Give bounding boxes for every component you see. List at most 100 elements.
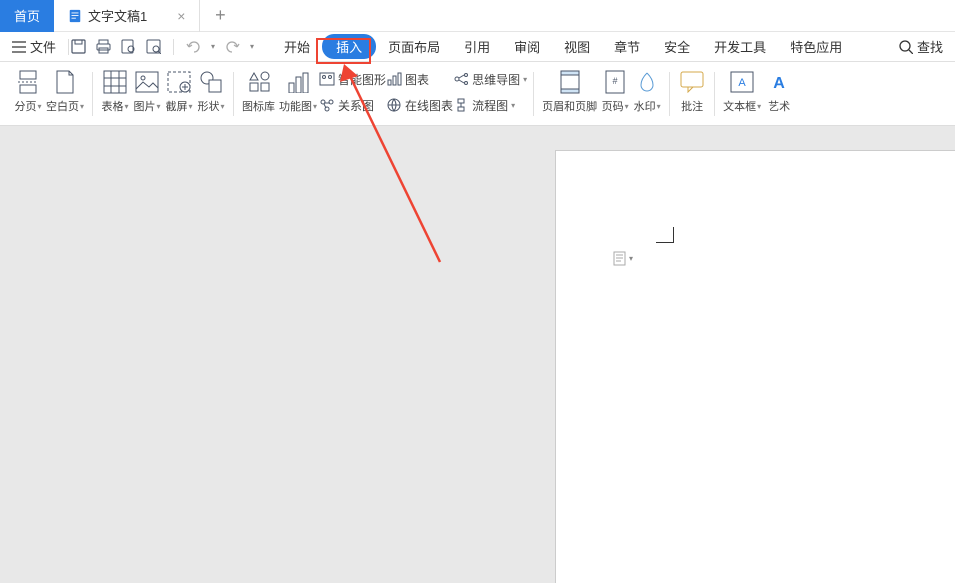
flow-chart-icon [453,98,469,112]
table-icon [103,70,127,94]
picture-label: 图片 [134,98,156,114]
text-box-button[interactable]: A 文本框▾ [721,68,763,114]
ribbon-column-2: 图表 在线图表 [386,68,453,116]
watermark-label: 水印 [634,98,656,114]
smart-graphic-icon [319,72,335,86]
undo-icon[interactable] [186,40,201,54]
ribbon-column-1: 智能图形 关系图 [319,68,386,116]
page-break-icon [17,70,39,94]
tab-reference[interactable]: 引用 [452,33,502,60]
svg-text:A: A [738,77,746,89]
art-text-button[interactable]: A 艺术 [763,68,795,114]
tab-layout[interactable]: 页面布局 [376,33,452,60]
comment-button[interactable]: 批注 [676,68,708,114]
comment-icon [680,71,704,93]
tab-document[interactable]: 文字文稿1 × [54,0,200,32]
mind-map-icon [453,72,469,86]
smart-graphic-label: 智能图形 [338,71,386,88]
document-type-marker[interactable]: ▾ [612,251,633,266]
tab-start[interactable]: 开始 [272,33,322,60]
online-chart-button[interactable]: 在线图表 [386,94,453,116]
svg-text:A: A [773,75,785,92]
search-icon [899,40,913,54]
mind-map-button[interactable]: 思维导图▾ [453,68,527,90]
header-footer-label: 页眉和页脚 [542,98,597,114]
function-chart-button[interactable]: 功能图▾ [277,68,319,114]
hamburger-icon [12,41,26,53]
blank-page-icon [55,70,75,94]
tab-developer[interactable]: 开发工具 [702,33,778,60]
page-number-button[interactable]: # 页码▾ [599,68,631,114]
svg-text:#: # [613,76,618,86]
print-preview-icon[interactable] [121,39,136,54]
comment-label: 批注 [681,98,703,114]
tab-view[interactable]: 视图 [552,33,602,60]
tab-home[interactable]: 首页 [0,0,54,32]
relation-button[interactable]: 关系图 [319,94,386,116]
icon-lib-button[interactable]: 图标库 [240,68,277,114]
shapes-label: 形状 [198,98,220,114]
tab-review[interactable]: 审阅 [502,33,552,60]
close-icon[interactable]: × [177,8,185,24]
menu-tabs: 开始 插入 页面布局 引用 审阅 视图 章节 安全 开发工具 特色应用 [272,33,854,60]
text-box-icon: A [730,71,754,93]
save-icon[interactable] [71,39,86,54]
tab-security[interactable]: 安全 [652,33,702,60]
menu-bar: 文件 ▾ ▾ 开始 插入 页面布局 引用 审阅 视图 章节 安全 开发工具 特色… [0,32,955,62]
search-button[interactable]: 查找 [899,37,943,56]
header-footer-icon [560,70,580,94]
file-menu-button[interactable]: 文件 [12,37,56,56]
shapes-icon [199,70,223,94]
chart-label: 图表 [405,71,429,88]
online-chart-label: 在线图表 [405,97,453,114]
undo-dropdown-icon[interactable]: ▾ [211,42,215,51]
ribbon-column-3: 思维导图▾ 流程图▾ [453,68,527,116]
screenshot-icon [167,71,191,93]
document-canvas[interactable]: ▾ [555,150,955,583]
watermark-button[interactable]: 水印▾ [631,68,663,114]
text-cursor-marker [656,227,674,243]
dropdown-icon[interactable]: ▾ [250,42,254,51]
tab-insert[interactable]: 插入 [322,34,376,59]
picture-icon [135,71,159,93]
table-label: 表格 [102,98,124,114]
header-footer-button[interactable]: 页眉和页脚 [540,68,599,114]
separator [233,72,234,116]
blank-page-label: 空白页 [46,98,79,114]
page-break-label: 分页 [14,98,36,114]
tab-doc-label: 文字文稿1 [88,6,147,25]
preview-icon[interactable] [146,39,161,54]
print-icon[interactable] [96,39,111,54]
tab-home-label: 首页 [14,6,40,25]
separator [533,72,534,116]
page-break-button[interactable]: 分页▾ [12,68,44,114]
tab-featured[interactable]: 特色应用 [778,33,854,60]
page-number-icon: # [605,70,625,94]
shapes-button[interactable]: 形状▾ [195,68,227,114]
art-text-icon: A [768,71,790,93]
chart-icon [386,72,402,86]
flow-chart-label: 流程图 [472,97,508,114]
art-text-label: 艺术 [768,98,790,114]
table-button[interactable]: 表格▾ [99,68,131,114]
smart-graphic-button[interactable]: 智能图形 [319,68,386,90]
quick-access-toolbar: ▾ ▾ [71,39,254,55]
blank-page-button[interactable]: 空白页▾ [44,68,86,114]
new-tab-button[interactable]: + [200,5,240,26]
watermark-text: 系统之家 [875,547,947,573]
function-chart-label: 功能图 [279,98,312,114]
redo-icon[interactable] [225,40,240,54]
site-watermark: 系统之家 [835,545,947,575]
flow-chart-button[interactable]: 流程图▾ [453,94,527,116]
icon-lib-label: 图标库 [242,98,275,114]
relation-icon [319,98,335,112]
watermark-icon [636,71,658,93]
screenshot-button[interactable]: 截屏▾ [163,68,195,114]
tab-chapter[interactable]: 章节 [602,33,652,60]
watermark-logo-icon [835,545,869,575]
chart-button[interactable]: 图表 [386,68,453,90]
tab-bar: 首页 文字文稿1 × + [0,0,955,32]
relation-label: 关系图 [338,97,374,114]
picture-button[interactable]: 图片▾ [131,68,163,114]
chevron-down-icon: ▾ [629,254,633,263]
